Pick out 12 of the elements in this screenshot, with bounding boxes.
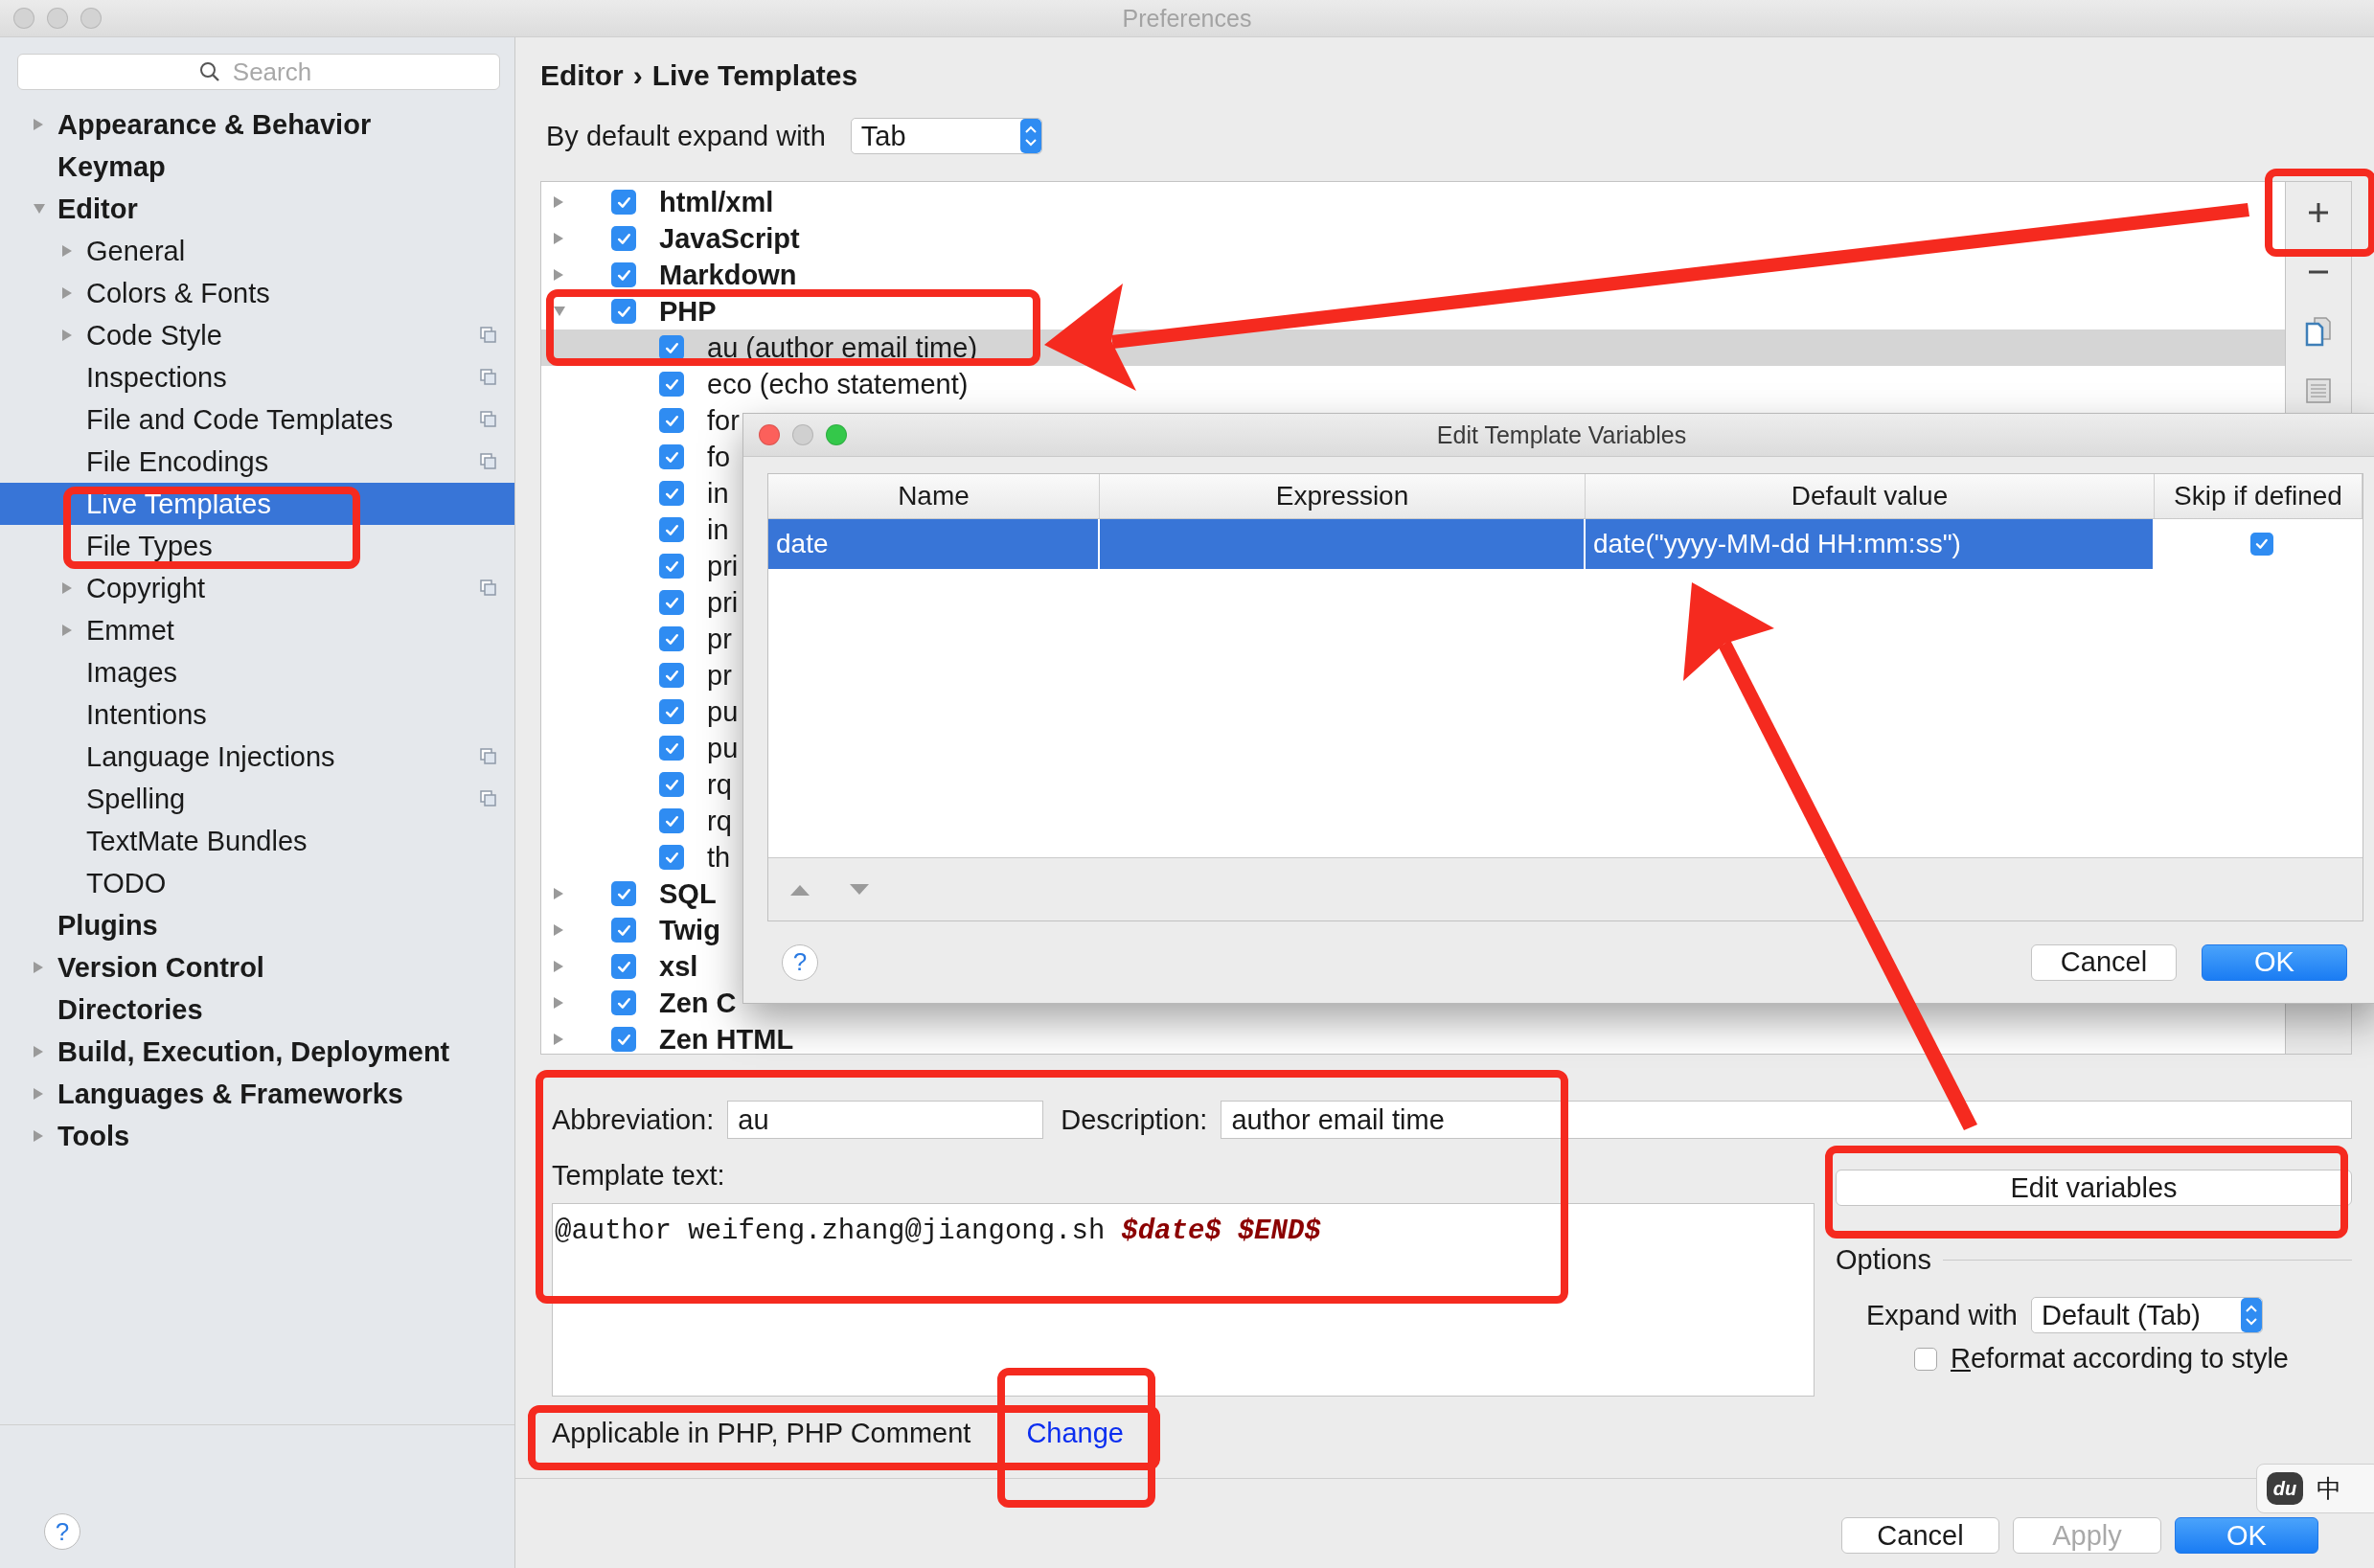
expand-label: By default expand with bbox=[546, 120, 826, 152]
ime-logo: du bbox=[2267, 1472, 2303, 1505]
description-label: Description: bbox=[1061, 1103, 1208, 1136]
reformat-label: Reformat according to style bbox=[1951, 1343, 2289, 1375]
expand-with-label: Expand with bbox=[1866, 1299, 2018, 1331]
dialog-title: Edit Template Variables bbox=[1436, 420, 1687, 449]
breadcrumb-separator: › bbox=[632, 59, 643, 92]
window-title: Preferences bbox=[1122, 4, 1252, 33]
template-text-label: Template text: bbox=[552, 1160, 726, 1192]
abbreviation-label: Abbreviation: bbox=[552, 1103, 715, 1136]
context-text: Applicable in PHP, PHP Comment bbox=[552, 1418, 971, 1449]
options-heading: Options bbox=[1836, 1244, 1931, 1276]
